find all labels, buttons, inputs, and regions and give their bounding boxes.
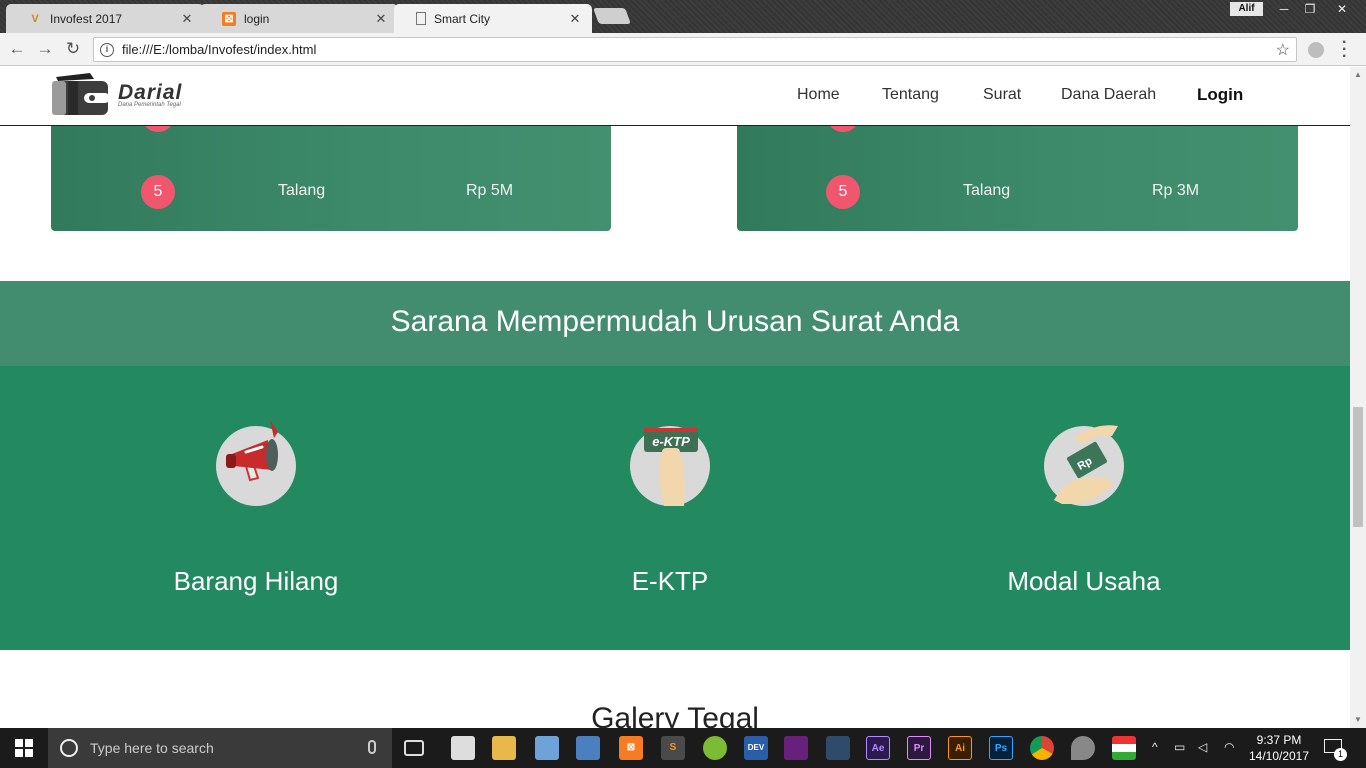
service-label: Barang Hilang [173, 566, 339, 596]
megaphone-icon [216, 420, 296, 506]
microphone-icon[interactable] [368, 740, 376, 754]
list-item: 5 Talang Rp 5M [51, 175, 611, 209]
scroll-thumb[interactable] [1353, 407, 1363, 527]
tab-title: login [244, 11, 270, 26]
store-icon[interactable] [451, 736, 475, 760]
premiere-icon[interactable]: Pr [907, 736, 931, 760]
nav-surat[interactable]: Surat [983, 86, 1021, 104]
browser-toolbar: ← → ↻ i file:///E:/lomba/Invofest/index.… [0, 33, 1366, 66]
tab-login[interactable]: ⊠ login ✕ [200, 4, 398, 33]
close-icon[interactable]: ✕ [180, 11, 194, 27]
browser-menu-icon[interactable]: · · · [1342, 35, 1347, 65]
section-title: Sarana Mempermudah Urusan Surat Anda [390, 305, 960, 338]
browser-tab-strip: V Invofest 2017 ✕ ⊠ login ✕ Smart City ✕… [0, 0, 1366, 33]
logo-brand: Darial [118, 80, 183, 104]
site-header: Darial Dana Pemerintah Tegal Home Tentan… [0, 67, 1350, 126]
ektp-icon-text: e-KTP [652, 434, 690, 449]
photoshop-icon[interactable]: Ps [989, 736, 1013, 760]
tab-title: Invofest 2017 [50, 11, 123, 26]
dana-card-left: 5 Talang Rp 5M [51, 114, 611, 231]
service-label: Modal Usaha [1007, 566, 1161, 596]
surat-services: Barang Hilang e-KTP E-KTP Rp Modal Usaha [0, 366, 1350, 650]
sublime-icon[interactable]: S [661, 736, 685, 760]
clock-time: 9:37 PM [1256, 733, 1302, 747]
task-view-icon[interactable] [404, 740, 424, 756]
tab-smart-city[interactable]: Smart City ✕ [394, 4, 592, 33]
new-tab-button[interactable] [593, 8, 631, 24]
close-icon[interactable]: ✕ [568, 11, 582, 27]
info-icon[interactable]: i [100, 42, 114, 57]
bookmark-star-icon[interactable]: ☆ [1276, 40, 1290, 60]
notification-count: 1 [1334, 748, 1347, 761]
gallery-title: Galery Tegal [591, 702, 759, 728]
windows-start-icon[interactable] [0, 728, 48, 768]
fund-amount: Rp 3M [1152, 182, 1200, 199]
site-logo[interactable]: Darial Dana Pemerintah Tegal [50, 71, 182, 117]
nav-tentang[interactable]: Tentang [882, 86, 939, 104]
profile-button[interactable]: Alif [1230, 2, 1263, 16]
volume-icon[interactable]: ◁ [1198, 740, 1207, 754]
tab-invofest[interactable]: V Invofest 2017 ✕ [6, 4, 204, 33]
tab-title: Smart City [434, 11, 491, 26]
restore-icon[interactable]: ❐ [1296, 0, 1324, 18]
scroll-up-icon[interactable]: ▲ [1354, 70, 1362, 79]
taskbar-search[interactable]: Type here to search [48, 728, 392, 768]
v-logo-icon: V [31, 12, 39, 25]
rank-badge: 5 [141, 175, 175, 209]
tray-chevron-icon[interactable]: ^ [1152, 740, 1158, 754]
wifi-icon[interactable]: ◠ [1224, 740, 1234, 754]
wallet-logo-icon [50, 71, 112, 117]
surat-section-header: Sarana Mempermudah Urusan Surat Anda [0, 281, 1350, 366]
visual-studio-icon[interactable] [784, 736, 808, 760]
url-text[interactable]: file:///E:/lomba/Invofest/index.html [122, 42, 1276, 57]
dana-card-right: 5 Talang Rp 3M [737, 114, 1298, 231]
service-label: E-KTP [631, 566, 709, 596]
extension-icon[interactable] [1308, 42, 1324, 58]
list-item: 5 Talang Rp 3M [737, 175, 1298, 209]
3d-box-icon[interactable] [535, 736, 559, 760]
back-icon[interactable]: ← [6, 38, 28, 60]
media-icon[interactable] [826, 736, 850, 760]
battery-icon[interactable]: ▭ [1174, 740, 1185, 754]
illustrator-icon[interactable]: Ai [948, 736, 972, 760]
minimize-icon[interactable]: ─ [1270, 0, 1298, 18]
after-effects-icon[interactable]: Ae [866, 736, 890, 760]
address-bar[interactable]: i file:///E:/lomba/Invofest/index.html ☆ [93, 37, 1297, 62]
page-icon [416, 12, 426, 25]
scroll-down-icon[interactable]: ▼ [1354, 715, 1362, 724]
nav-home[interactable]: Home [797, 86, 840, 104]
chrome-icon[interactable] [1030, 736, 1054, 760]
ektp-card-icon: e-KTP [630, 426, 710, 506]
water-drop-icon[interactable] [1071, 736, 1095, 760]
file-explorer-icon[interactable] [492, 736, 516, 760]
system-clock[interactable]: 9:37 PM 14/10/2017 [1248, 732, 1310, 764]
close-icon[interactable]: ✕ [374, 11, 388, 27]
page-viewport: Darial Dana Pemerintah Tegal Home Tentan… [0, 67, 1350, 728]
money-hand-icon: Rp [1044, 425, 1124, 506]
window-close-icon[interactable]: ✕ [1322, 0, 1362, 18]
cortana-icon [60, 739, 78, 757]
reload-icon[interactable]: ↻ [62, 38, 84, 60]
forward-icon[interactable]: → [34, 38, 56, 60]
virtualbox-icon[interactable] [576, 736, 600, 760]
page-scrollbar[interactable]: ▲ ▼ [1350, 67, 1366, 728]
xampp-icon[interactable]: ⊠ [619, 736, 643, 760]
search-placeholder: Type here to search [90, 740, 214, 756]
chrome-flag-icon[interactable] [1112, 736, 1136, 760]
city-name: Talang [963, 182, 1011, 199]
windows-taskbar: Type here to search ⊠ S DEV Ae Pr Ai Ps … [0, 728, 1366, 768]
fund-amount: Rp 5M [466, 182, 514, 199]
logo-tagline: Dana Pemerintah Tegal [118, 101, 181, 108]
clock-date: 14/10/2017 [1248, 749, 1310, 763]
nav-dana-daerah[interactable]: Dana Daerah [1061, 86, 1156, 104]
rank-badge: 5 [826, 175, 860, 209]
nav-login[interactable]: Login [1197, 85, 1243, 105]
xampp-icon: ⊠ [222, 11, 236, 26]
city-name: Talang [278, 182, 326, 199]
devcpp-icon[interactable]: DEV [744, 736, 768, 760]
android-studio-icon[interactable] [703, 736, 727, 760]
